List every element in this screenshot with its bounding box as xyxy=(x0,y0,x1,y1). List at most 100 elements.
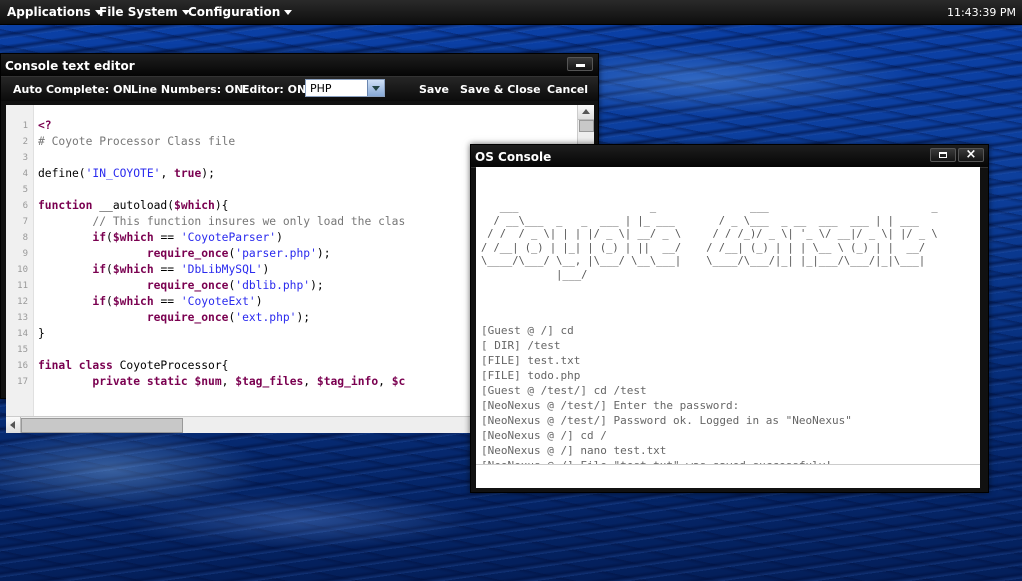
code-token: , xyxy=(160,167,175,180)
console-line: [NeoNexus @ /] nano test.txt xyxy=(481,443,667,457)
code-token: $which xyxy=(112,231,154,244)
line-text: require_once('parser.php'); xyxy=(38,246,331,262)
code-token: CoyoteProcessor{ xyxy=(112,359,229,372)
code-token: 'parser.php' xyxy=(235,247,317,260)
line-number: 16 xyxy=(17,361,28,371)
code-token: <? xyxy=(38,119,52,132)
line-number: 15 xyxy=(17,345,28,355)
code-token: ){ xyxy=(214,199,229,212)
menu-applications[interactable]: Applications xyxy=(7,5,103,19)
line-number: 5 xyxy=(22,185,28,195)
auto-complete-toggle[interactable]: Auto Complete: ON xyxy=(13,83,132,96)
save-close-button[interactable]: Save & Close xyxy=(460,83,541,96)
console-title: OS Console xyxy=(475,150,552,164)
code-token: $c xyxy=(391,375,406,388)
code-token: ) xyxy=(262,263,270,276)
line-number: 6 xyxy=(22,201,28,211)
line-number: 12 xyxy=(17,297,28,307)
code-token: true xyxy=(174,167,202,180)
code-token: 'DbLibMySQL' xyxy=(180,263,263,276)
scroll-left-icon[interactable] xyxy=(6,417,21,433)
code-token: ( xyxy=(106,231,113,244)
console-line: [Guest @ /] cd xyxy=(481,323,574,337)
line-number: 2 xyxy=(22,137,28,147)
console-line: [NeoNexus @ /] cd / xyxy=(481,428,607,442)
console-input[interactable] xyxy=(476,464,980,488)
line-number: 3 xyxy=(22,153,28,163)
line-number: 9 xyxy=(22,249,28,259)
console-close-button[interactable]: × xyxy=(958,147,984,162)
code-token: ); xyxy=(316,247,331,260)
editor-titlebar[interactable]: Console text editor xyxy=(1,54,598,77)
line-text: if($which == 'DbLibMySQL') xyxy=(38,262,269,278)
line-numbers-toggle[interactable]: Line Numbers: ON xyxy=(131,83,244,96)
console-line: [ DIR] /test xyxy=(481,338,561,352)
code-token: ( xyxy=(106,263,113,276)
line-text: define('IN_COYOTE', true); xyxy=(38,166,215,182)
editor-title: Console text editor xyxy=(5,59,135,73)
code-token: $which xyxy=(112,263,154,276)
editor-minimize-button[interactable] xyxy=(567,57,593,71)
console-maximize-button[interactable] xyxy=(930,148,956,162)
menu-applications-label: Applications xyxy=(7,5,91,19)
menu-configuration-label: Configuration xyxy=(188,5,281,19)
editor-toggle[interactable]: Editor: ON xyxy=(242,83,306,96)
chevron-down-icon xyxy=(284,9,293,15)
console-line: [FILE] todo.php xyxy=(481,368,581,382)
line-number: 8 xyxy=(22,233,28,243)
menu-configuration[interactable]: Configuration xyxy=(188,5,293,19)
code-token: 'CoyoteParser' xyxy=(180,231,277,244)
top-panel: Applications File System Configuration 1… xyxy=(0,0,1022,25)
code-token: } xyxy=(38,327,45,340)
scroll-thumb[interactable] xyxy=(21,418,183,433)
code-token: if xyxy=(92,263,107,276)
code-token: $num xyxy=(194,375,222,388)
code-token: if xyxy=(92,231,107,244)
language-select[interactable]: PHP xyxy=(305,79,385,97)
line-text: require_once('dblib.php'); xyxy=(38,278,324,294)
scroll-thumb[interactable] xyxy=(579,120,594,132)
line-text: // This function insures we only load th… xyxy=(38,214,405,230)
code-token: == xyxy=(153,231,181,244)
line-text: # Coyote Processor Class file xyxy=(38,134,235,150)
menu-file-system[interactable]: File System xyxy=(99,5,190,19)
scroll-up-icon[interactable] xyxy=(578,105,594,120)
code-token: 'CoyoteExt' xyxy=(180,295,256,308)
line-number: 13 xyxy=(17,313,28,323)
code-token: require_once xyxy=(146,279,229,292)
language-select-value: PHP xyxy=(310,82,332,95)
console-log: [Guest @ /] cd[ DIR] /test [FILE] test.tx… xyxy=(481,323,938,473)
code-token: $tag_info xyxy=(316,375,379,388)
line-number: 4 xyxy=(22,169,28,179)
code-token: final class xyxy=(38,359,113,372)
code-token: __autoload( xyxy=(92,199,175,212)
line-text: if($which == 'CoyoteExt') xyxy=(38,294,262,310)
line-text: private static $num, $tag_files, $tag_in… xyxy=(38,374,405,390)
console-titlebar[interactable]: OS Console × xyxy=(471,145,988,168)
line-number: 1 xyxy=(22,121,28,131)
console-output-area: ___ _ ___ _ / __\___ _ _ ___ | |_ ___ / … xyxy=(476,167,980,488)
cancel-button[interactable]: Cancel xyxy=(547,83,588,96)
code-token: 'ext.php' xyxy=(235,311,297,324)
code-token: $which xyxy=(174,199,215,212)
code-token: ); xyxy=(296,311,311,324)
line-text: } xyxy=(38,326,45,342)
save-button[interactable]: Save xyxy=(419,83,449,96)
line-text: <? xyxy=(38,118,52,134)
code-token: require_once xyxy=(146,247,229,260)
clock: 11:43:39 PM xyxy=(946,6,1016,19)
code-token: 'dblib.php' xyxy=(235,279,311,292)
code-token: , xyxy=(378,375,392,388)
chevron-down-icon[interactable] xyxy=(367,80,384,96)
minimize-icon xyxy=(576,64,585,67)
code-token: , xyxy=(303,375,317,388)
console-banner: ___ _ ___ _ / __\___ _ _ ___ | |_ ___ / … xyxy=(481,201,938,281)
code-token: 'IN_COYOTE' xyxy=(85,167,161,180)
